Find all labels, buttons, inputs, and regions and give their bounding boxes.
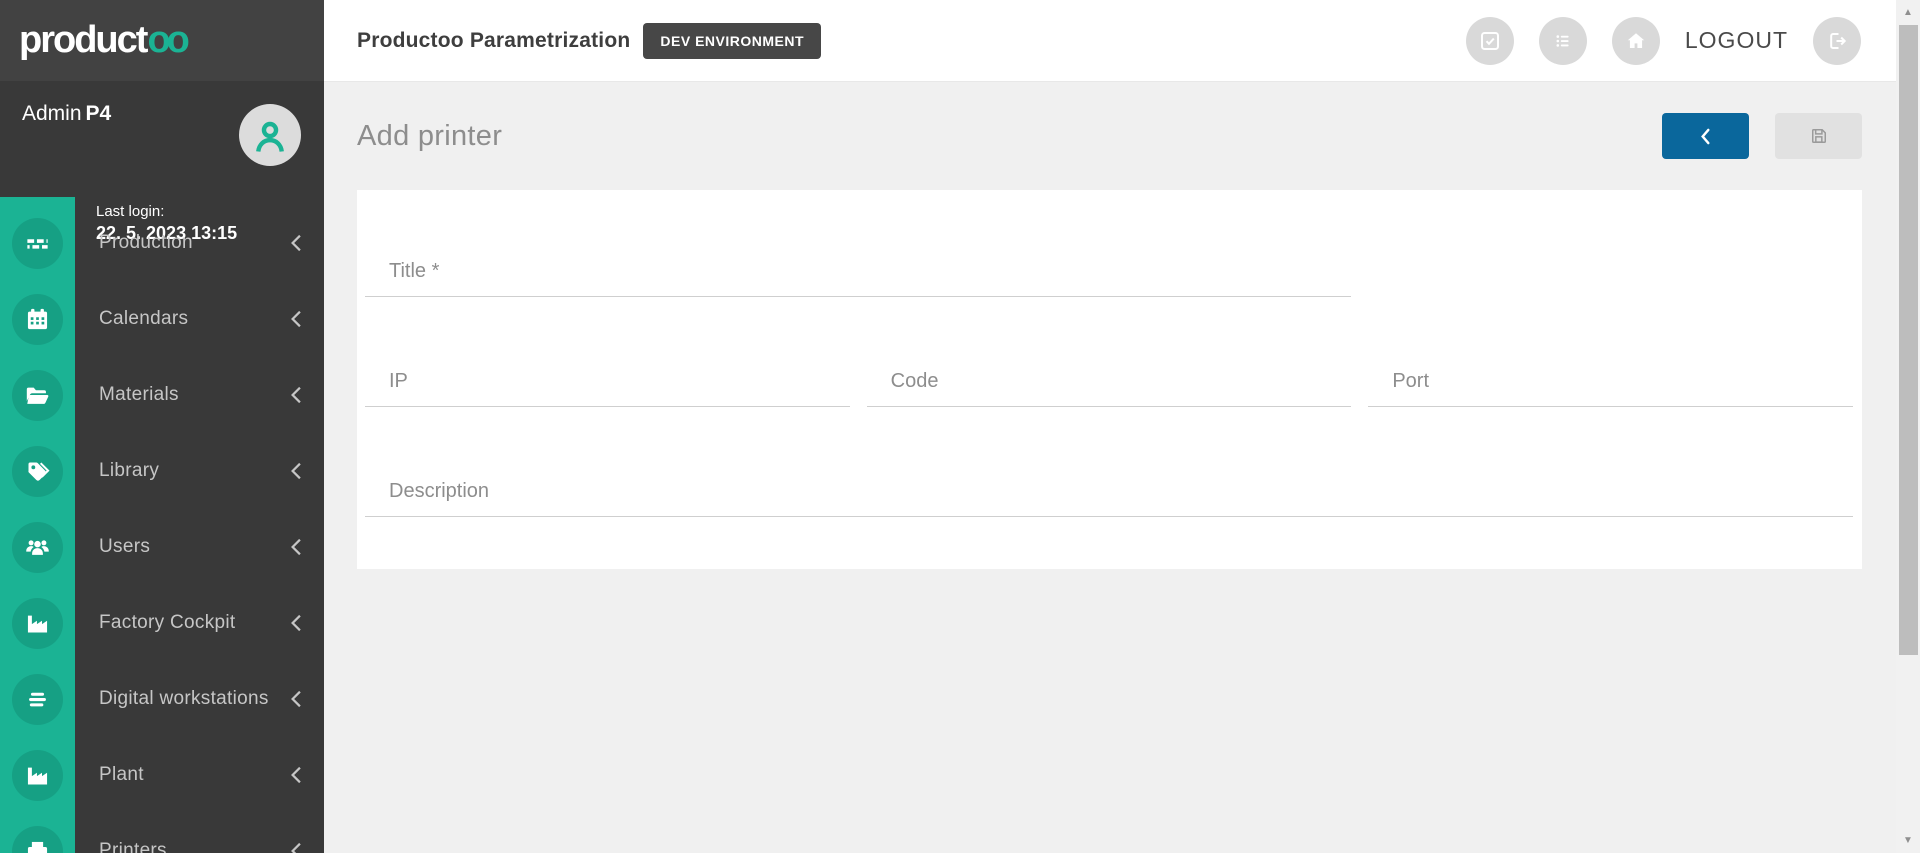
factory-icon xyxy=(12,750,63,801)
code-input[interactable] xyxy=(867,370,1352,407)
lines-icon xyxy=(12,674,63,725)
folder-open-icon xyxy=(12,370,63,421)
sidebar-item-label: Library xyxy=(99,460,159,482)
home-icon[interactable] xyxy=(1612,17,1660,65)
logo-accent: oo xyxy=(147,19,185,62)
ip-input[interactable] xyxy=(365,370,850,407)
vertical-scrollbar xyxy=(1896,0,1920,853)
page-title: Add printer xyxy=(357,120,502,153)
sign-out-icon[interactable] xyxy=(1813,17,1861,65)
page-head: Add printer xyxy=(324,82,1896,190)
factory-icon xyxy=(12,598,63,649)
app-logo[interactable]: productoo xyxy=(0,0,324,81)
sidebar-item-plant[interactable]: Plant xyxy=(0,737,324,813)
chevron-left-icon xyxy=(290,614,302,632)
app-title: Productoo Parametrization xyxy=(357,29,630,53)
code-field xyxy=(867,370,1352,407)
sidebar-item-label: Digital workstations xyxy=(99,688,269,710)
sidebar-item-label: Factory Cockpit xyxy=(99,612,235,634)
sidebar-item-label: Production xyxy=(99,232,193,254)
port-input[interactable] xyxy=(1368,370,1853,407)
header-actions: LOGOUT xyxy=(1466,17,1861,65)
sidebar-item-library[interactable]: Library xyxy=(0,433,324,509)
chevron-left-icon xyxy=(1698,126,1713,147)
add-printer-form-card xyxy=(357,190,1862,569)
avatar xyxy=(239,104,301,166)
chevron-left-icon xyxy=(290,690,302,708)
sidebar-item-label: Plant xyxy=(99,764,144,786)
description-input[interactable] xyxy=(365,480,1853,517)
back-button[interactable] xyxy=(1662,113,1749,159)
title-input[interactable] xyxy=(365,260,1351,297)
chevron-left-icon xyxy=(290,310,302,328)
ip-field xyxy=(365,370,850,407)
chevron-left-icon xyxy=(290,538,302,556)
chevron-left-icon xyxy=(290,842,302,853)
user-panel: AdminP4 Last login: 22. 5. 2023 13:15 xyxy=(0,81,324,197)
scroll-down-arrow-icon[interactable] xyxy=(1896,828,1920,853)
port-field xyxy=(1368,370,1853,407)
users-icon xyxy=(12,522,63,573)
environment-badge: DEV ENVIRONMENT xyxy=(643,23,821,59)
scrollbar-thumb[interactable] xyxy=(1899,25,1918,655)
sidebar: productoo AdminP4 Last login: 22. 5. 202… xyxy=(0,0,324,853)
sidebar-item-factory-cockpit[interactable]: Factory Cockpit xyxy=(0,585,324,661)
sidebar-item-digital-workstations[interactable]: Digital workstations xyxy=(0,661,324,737)
scroll-up-arrow-icon[interactable] xyxy=(1896,0,1920,25)
description-field xyxy=(365,480,1853,517)
logout-button[interactable]: LOGOUT xyxy=(1685,27,1788,54)
sidebar-item-label: Materials xyxy=(99,384,179,406)
sidebar-item-users[interactable]: Users xyxy=(0,509,324,585)
sidebar-item-materials[interactable]: Materials xyxy=(0,357,324,433)
top-header: Productoo Parametrization DEV ENVIRONMEN… xyxy=(324,0,1896,82)
logo-text: product xyxy=(19,19,146,62)
sidebar-nav: Production Calendars Materials Library xyxy=(0,197,324,853)
grid-spacer xyxy=(1368,260,1853,297)
chevron-left-icon xyxy=(290,462,302,480)
chevron-left-icon xyxy=(290,234,302,252)
sidebar-item-calendars[interactable]: Calendars xyxy=(0,281,324,357)
calendar-icon xyxy=(12,294,63,345)
sidebar-item-label: Calendars xyxy=(99,308,188,330)
save-floppy-icon xyxy=(1809,126,1829,146)
user-name: AdminP4 xyxy=(22,102,111,126)
check-square-icon[interactable] xyxy=(1466,17,1514,65)
sidebar-item-label: Printers xyxy=(99,840,167,853)
printer-icon xyxy=(12,826,63,853)
page-actions xyxy=(1662,113,1862,159)
save-button[interactable] xyxy=(1775,113,1862,159)
title-field xyxy=(365,260,1351,297)
sidebar-item-printers[interactable]: Printers xyxy=(0,813,324,853)
tag-icon xyxy=(12,446,63,497)
sidebar-item-production[interactable]: Production xyxy=(0,205,324,281)
main-content: Add printer xyxy=(324,82,1896,853)
user-avatar-icon xyxy=(248,113,292,157)
list-icon[interactable] xyxy=(1539,17,1587,65)
conveyor-icon xyxy=(12,218,63,269)
chevron-left-icon xyxy=(290,766,302,784)
sidebar-item-label: Users xyxy=(99,536,150,558)
user-name-bold: P4 xyxy=(86,102,112,125)
chevron-left-icon xyxy=(290,386,302,404)
form-grid xyxy=(365,260,1853,517)
